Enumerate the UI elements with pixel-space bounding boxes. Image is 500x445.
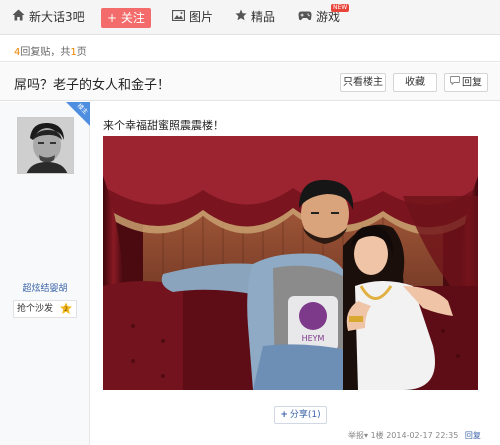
reply-button-label: 回复 — [462, 77, 482, 89]
reply-count-text: 回复贴，共 — [20, 47, 71, 58]
home-icon — [12, 0, 25, 35]
share-label: 分享(1) — [289, 410, 321, 420]
report-dropdown-icon: ▾ — [364, 431, 369, 440]
plus-icon: + — [107, 11, 121, 25]
author-name[interactable]: 超炫结婴胡 — [0, 281, 90, 294]
favorite-button[interactable]: 收藏 — [393, 73, 437, 92]
page-count-unit: 页 — [76, 47, 87, 58]
nav-home[interactable]: 新大话3吧 — [12, 0, 85, 35]
owner-badge: 楼主 — [66, 102, 90, 126]
report-label: 举报 — [348, 431, 364, 440]
author-column: 楼主 超炫结婴胡 抢个沙发 2 — [0, 102, 90, 445]
reply-button[interactable]: 回复 — [444, 73, 488, 92]
reply-link[interactable]: 回复 — [465, 431, 481, 440]
nav-featured-label: 精品 — [251, 10, 276, 24]
post-photo[interactable]: HEYM — [103, 136, 478, 390]
floor-number: 1楼 — [370, 431, 384, 440]
comment-icon — [450, 74, 460, 91]
nav-pictures-label: 图片 — [189, 10, 214, 24]
follow-button[interactable]: + 关注 — [101, 8, 151, 28]
post-title: 屌吗？老子的女人和金子！ — [14, 78, 171, 93]
star-icon — [235, 0, 247, 35]
reply-info-bar: 4回复贴，共1页 — [0, 36, 500, 62]
nav-games-label: 游戏 — [316, 10, 341, 24]
top-nav: 新大话3吧 + 关注 图片 精品 游戏 NEW — [0, 0, 500, 35]
reply-count: 4回复贴，共1页 — [14, 43, 87, 58]
avatar-image — [18, 118, 73, 173]
follow-label: 关注 — [120, 11, 145, 25]
level-icon: 2 — [59, 302, 73, 321]
report-link[interactable]: 举报▾ — [348, 431, 368, 440]
gamepad-icon — [298, 0, 312, 35]
post-title-bar: 屌吗？老子的女人和金子！ 只看楼主 收藏 回复 — [0, 63, 500, 101]
nav-home-label: 新大话3吧 — [29, 10, 85, 24]
share-button[interactable]: + 分享(1) — [274, 406, 327, 424]
share-plus-icon: + — [280, 410, 288, 420]
nav-pictures[interactable]: 图片 — [171, 0, 214, 35]
picture-icon — [171, 0, 186, 35]
level-number: 2 — [64, 306, 68, 313]
svg-text:HEYM: HEYM — [302, 334, 325, 343]
sofa-badge: 抢个沙发 2 — [13, 300, 77, 318]
post-content: 来个幸福甜蜜照震震楼！ — [103, 119, 224, 132]
only-owner-button[interactable]: 只看楼主 — [340, 73, 386, 92]
nav-featured[interactable]: 精品 — [235, 0, 275, 35]
post-meta: 举报▾ 1楼 2014-02-17 22:35 回复 — [348, 430, 481, 441]
couple-photo-image: HEYM — [103, 136, 478, 390]
new-badge: NEW — [331, 4, 350, 12]
post-timestamp: 2014-02-17 22:35 — [386, 431, 459, 440]
sofa-text: 抢个沙发 — [17, 304, 54, 314]
